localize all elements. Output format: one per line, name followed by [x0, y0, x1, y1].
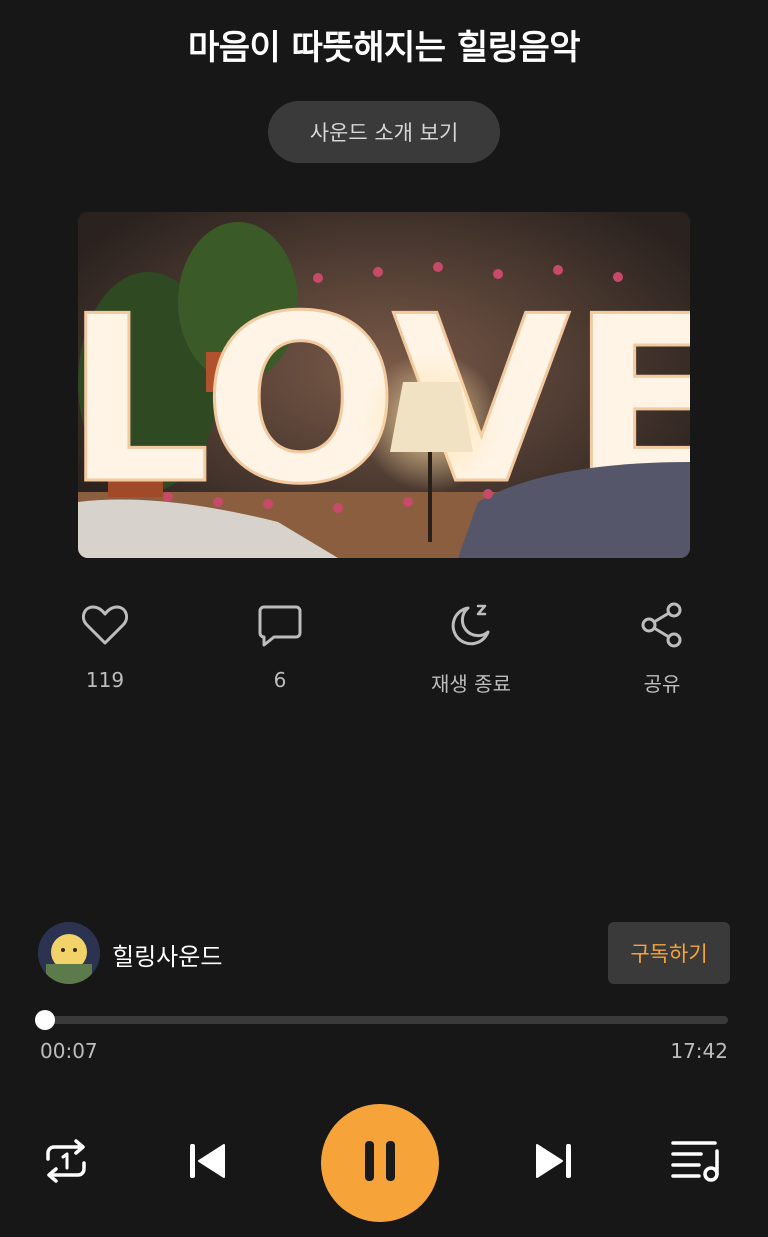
next-button[interactable] [531, 1142, 577, 1184]
page-title: 마음이 따뜻해지는 힐링음악 [187, 28, 581, 68]
sleep-timer-label: 재생 종료 [431, 672, 511, 696]
channel-name[interactable]: 힐링사운드 [112, 937, 222, 972]
sound-intro-button[interactable]: 사운드 소개 보기 [268, 101, 500, 163]
current-time: 00:07 [40, 1039, 98, 1063]
share-label: 공유 [643, 672, 681, 696]
action-bar: 119 6 재생 종료 공유 [0, 600, 768, 710]
sleep-timer-button[interactable]: 재생 종료 [401, 600, 541, 697]
pause-icon [363, 1139, 397, 1187]
like-button[interactable]: 119 [35, 600, 175, 692]
pause-button[interactable] [321, 1104, 439, 1222]
player-controls [0, 1104, 768, 1222]
comment-count: 6 [273, 668, 287, 692]
heart-icon [80, 600, 130, 650]
previous-button[interactable] [184, 1142, 230, 1184]
repeat-one-icon [42, 1139, 90, 1187]
playlist-icon [671, 1139, 723, 1187]
progress-thumb[interactable] [34, 1010, 55, 1030]
comment-icon [255, 600, 305, 650]
moon-sleep-icon [446, 600, 496, 650]
progress-bar[interactable] [34, 1010, 728, 1030]
share-icon [637, 600, 687, 650]
total-time: 17:42 [670, 1039, 728, 1063]
share-button[interactable]: 공유 [592, 600, 732, 697]
like-count: 119 [85, 668, 125, 692]
playlist-button[interactable] [670, 1140, 724, 1186]
skip-next-icon [534, 1142, 574, 1184]
subscribe-button[interactable]: 구독하기 [608, 922, 730, 984]
channel-row: 힐링사운드 구독하기 [38, 920, 730, 984]
channel-avatar[interactable] [38, 922, 100, 984]
repeat-one-button[interactable] [40, 1139, 92, 1187]
cover-image: LOVE [78, 212, 690, 558]
skip-previous-icon [187, 1142, 227, 1184]
comment-button[interactable]: 6 [210, 600, 350, 692]
